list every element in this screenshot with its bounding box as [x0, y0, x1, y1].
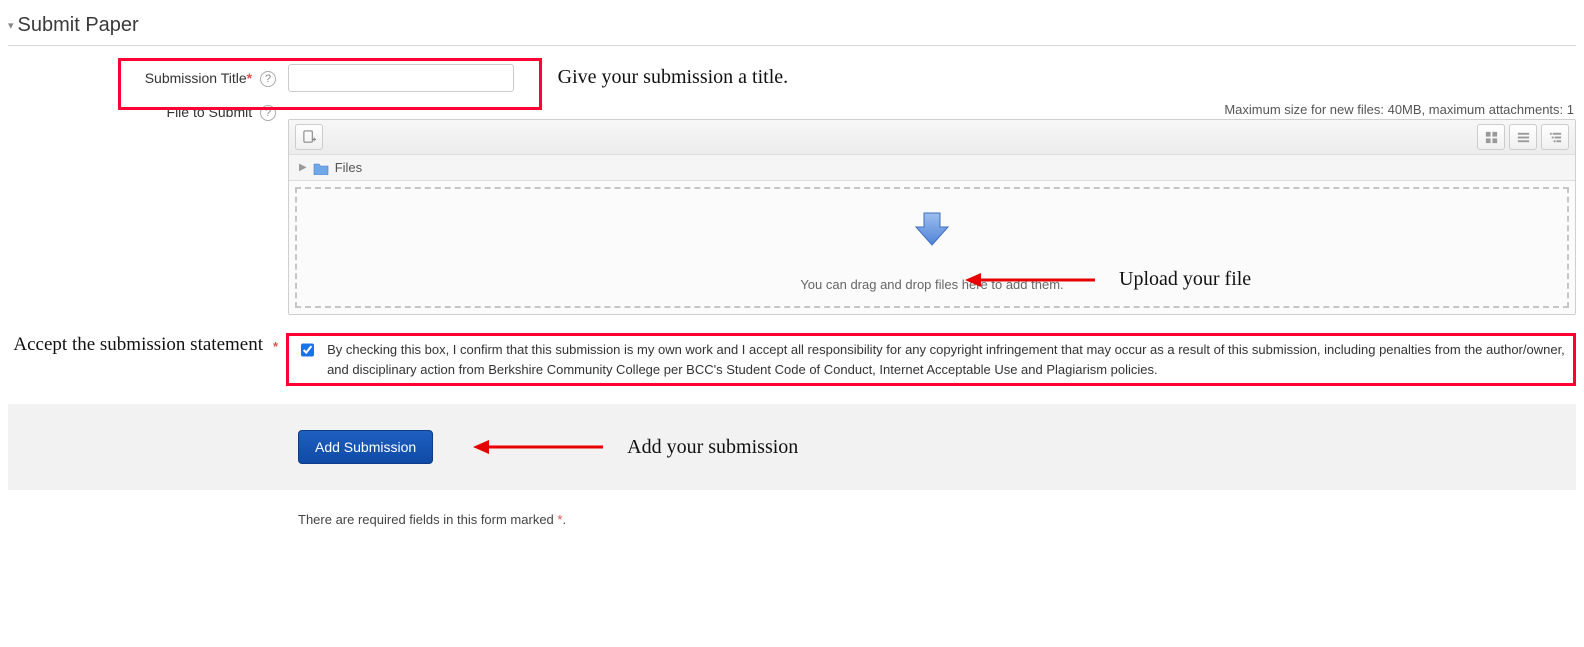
statement-row: Accept the submission statement * By che…	[8, 333, 1576, 386]
download-arrow-icon	[912, 209, 952, 249]
statement-text: By checking this box, I confirm that thi…	[327, 340, 1565, 379]
required-note-prefix: There are required fields in this form m…	[298, 512, 557, 527]
collapse-toggle-icon[interactable]: ▾	[8, 19, 14, 32]
file-breadcrumb[interactable]: ▶ Files	[289, 155, 1575, 181]
add-submission-button[interactable]: Add Submission	[298, 430, 433, 464]
file-submit-label: File to Submit ?	[8, 102, 288, 121]
section-header: ▾ Submit Paper	[8, 8, 1576, 46]
help-icon[interactable]: ?	[260, 105, 276, 121]
file-panel: ▶ Files	[288, 119, 1576, 315]
file-dropzone[interactable]: You can drag and drop files here to add …	[295, 187, 1569, 308]
folder-icon	[313, 161, 329, 175]
file-toolbar	[289, 120, 1575, 155]
breadcrumb-label: Files	[335, 160, 362, 175]
submission-title-label: Submission Title* ?	[8, 64, 288, 87]
view-tree-button[interactable]	[1541, 124, 1569, 150]
section-title: Submit Paper	[18, 14, 139, 37]
required-marker: *	[273, 333, 286, 354]
help-icon[interactable]: ?	[260, 71, 276, 87]
annotation-title-hint: Give your submission a title.	[558, 66, 789, 88]
annotation-statement-text: Accept the submission statement	[8, 333, 273, 357]
submission-title-label-text: Submission Title	[145, 70, 247, 86]
dropzone-text: You can drag and drop files here to add …	[800, 277, 1063, 292]
file-submit-label-text: File to Submit	[167, 104, 253, 120]
annotation-add: Add your submission	[473, 436, 798, 459]
file-size-info: Maximum size for new files: 40MB, maximu…	[288, 102, 1576, 117]
submit-bar: Add Submission Add your submission	[8, 404, 1576, 490]
add-file-button[interactable]	[295, 124, 323, 150]
chevron-right-icon: ▶	[299, 162, 307, 173]
submission-title-input[interactable]	[288, 64, 514, 92]
view-grid-button[interactable]	[1477, 124, 1505, 150]
annotation-add-text: Add your submission	[627, 436, 798, 459]
statement-checkbox[interactable]	[301, 342, 314, 358]
required-note-suffix: .	[562, 512, 566, 527]
submission-title-row: Submission Title* ? Give your submission…	[8, 64, 1576, 92]
statement-box: By checking this box, I confirm that thi…	[286, 333, 1576, 386]
arrow-left-icon	[473, 437, 603, 457]
required-marker: *	[247, 70, 252, 86]
required-note: There are required fields in this form m…	[8, 490, 1576, 527]
view-list-button[interactable]	[1509, 124, 1537, 150]
file-submit-row: File to Submit ? Maximum size for new fi…	[8, 102, 1576, 315]
